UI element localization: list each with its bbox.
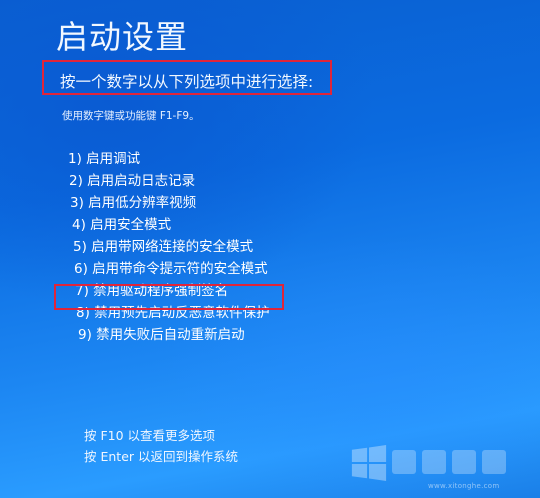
option-safe-mode-command-prompt[interactable]: 6) 启用带命令提示符的安全模式 [68, 258, 270, 280]
option-enable-safe-mode[interactable]: 4) 启用安全模式 [68, 214, 270, 236]
footer-instructions: 按 F10 以查看更多选项 按 Enter 以返回到操作系统 [84, 425, 238, 467]
selection-prompt: 按一个数字以从下列选项中进行选择: [60, 73, 314, 91]
watermark-url: www.xitonghe.com [428, 482, 500, 490]
more-options-hint[interactable]: 按 F10 以查看更多选项 [84, 425, 238, 446]
boot-settings-screen: 启动设置 按一个数字以从下列选项中进行选择: 使用数字键或功能键 F1-F9。 … [0, 0, 540, 498]
option-enable-debugging[interactable]: 1) 启用调试 [68, 148, 270, 170]
option-enable-low-resolution-video[interactable]: 3) 启用低分辨率视频 [68, 192, 270, 214]
return-to-os-hint[interactable]: 按 Enter 以返回到操作系统 [84, 446, 238, 467]
key-hint: 使用数字键或功能键 F1-F9。 [62, 110, 200, 122]
option-annotation-box [54, 284, 284, 310]
watermark-logo-icon [392, 450, 506, 474]
option-safe-mode-networking[interactable]: 5) 启用带网络连接的安全模式 [68, 236, 270, 258]
option-disable-auto-restart[interactable]: 9) 禁用失败后自动重新启动 [68, 324, 270, 346]
windows-logo-icon [351, 444, 387, 482]
option-enable-boot-logging[interactable]: 2) 启用启动日志记录 [68, 170, 270, 192]
page-title: 启动设置 [56, 18, 189, 56]
startup-options-list: 1) 启用调试 2) 启用启动日志记录 3) 启用低分辨率视频 4) 启用安全模… [68, 148, 270, 346]
